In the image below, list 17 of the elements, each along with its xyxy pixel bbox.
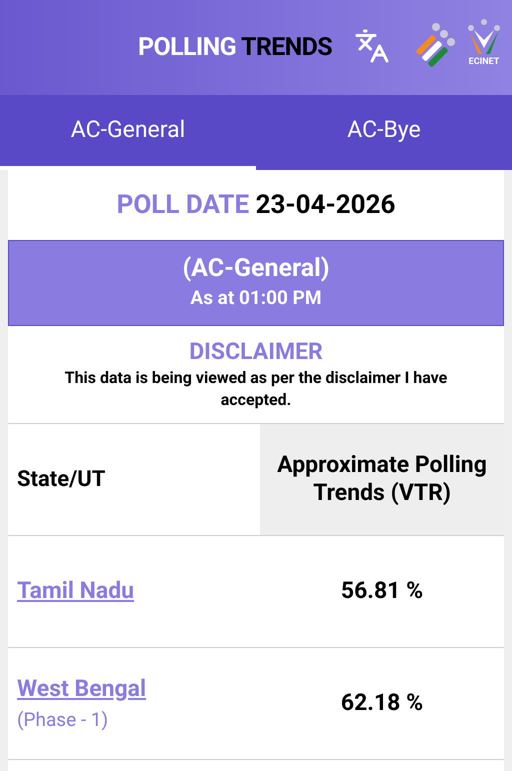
phase-note: (Phase - 1): [17, 707, 110, 734]
disclaimer-text: This data is being viewed as per the disclaimer I have accepted.: [64, 366, 448, 411]
app-title: POLLING TRENDS: [138, 32, 332, 64]
state-link[interactable]: Tamil Nadu: [17, 574, 251, 608]
column-header: State/UT: [16, 466, 106, 494]
poll-date: POLL DATE 23-04-2026: [116, 188, 396, 222]
logo-caption: ECINET: [468, 56, 500, 69]
banner-title: (AC-General): [182, 253, 330, 284]
trend-value: 62.18 %: [340, 688, 424, 718]
banner-subtitle: As at 01:00 PM: [190, 285, 322, 312]
disclaimer-title: DISCLAIMER: [189, 338, 323, 367]
state-link[interactable]: West Bengal: [17, 672, 251, 706]
translate-icon[interactable]: [354, 28, 390, 64]
column-header: Approximate Polling Trends (VTR): [260, 424, 504, 535]
ecinet-logo-icon: [466, 18, 502, 56]
trend-value: 56.81 %: [340, 576, 424, 606]
tab[interactable]: AC-Bye: [256, 95, 512, 170]
